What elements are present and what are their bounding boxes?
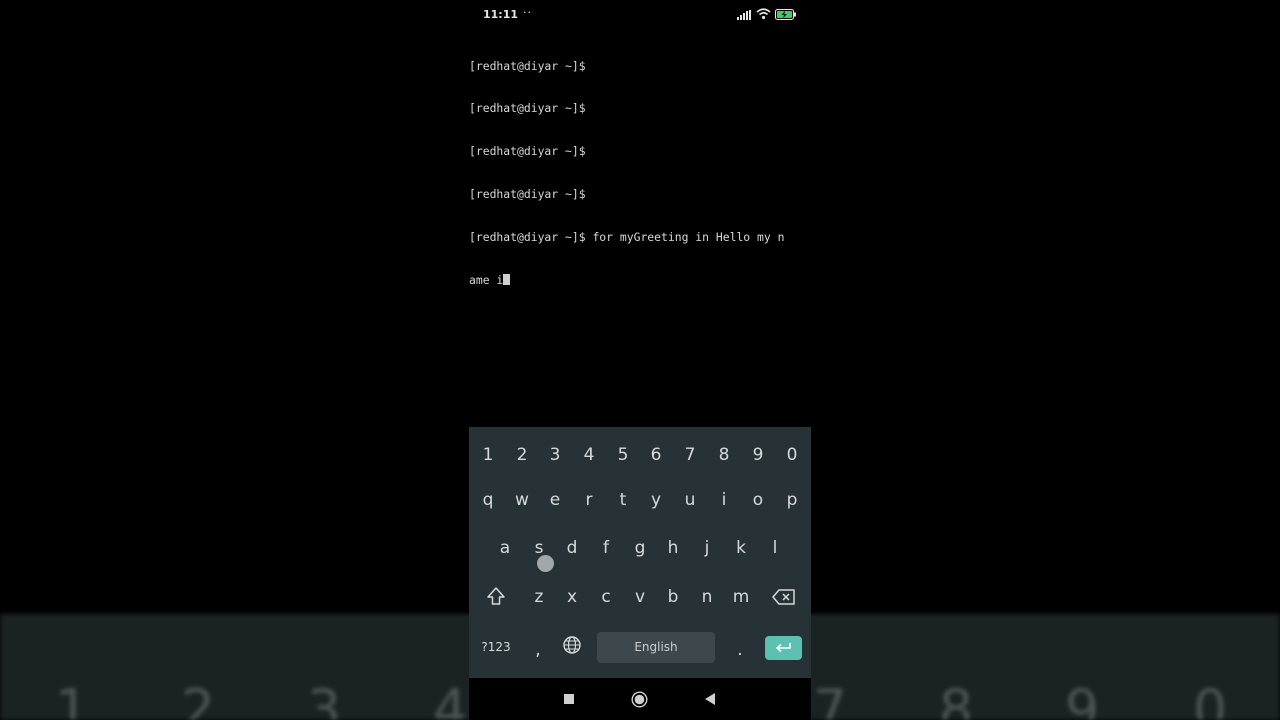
terminal-line: [redhat@diyar ~]$ — [469, 58, 586, 73]
key-6[interactable]: 6 — [639, 435, 673, 475]
space-bar[interactable]: English — [597, 632, 715, 663]
key-n[interactable]: n — [690, 577, 724, 617]
terminal-input-line[interactable]: ame i — [469, 273, 811, 287]
key-f[interactable]: f — [589, 528, 623, 568]
period-key[interactable]: . — [727, 630, 753, 670]
terminal-line: ame i — [469, 273, 504, 288]
navigation-bar — [469, 678, 811, 720]
soft-keyboard: 1 2 3 4 5 6 7 8 9 0 q w e r t y u i o p … — [469, 427, 811, 678]
key-x[interactable]: x — [555, 577, 589, 617]
text-cursor — [503, 274, 511, 286]
battery-charging-icon — [775, 9, 796, 20]
wifi-icon — [756, 8, 771, 20]
key-l[interactable]: l — [758, 528, 792, 568]
key-j[interactable]: j — [690, 528, 724, 568]
keyboard-row-2: a s d f g h j k l — [469, 528, 811, 568]
key-7[interactable]: 7 — [673, 435, 707, 475]
key-p[interactable]: p — [775, 480, 809, 520]
bg-digit: 3 — [306, 678, 342, 720]
keyboard-row-3: z x c v b n m — [469, 577, 811, 617]
key-9[interactable]: 9 — [741, 435, 775, 475]
key-u[interactable]: u — [673, 480, 707, 520]
globe-icon — [563, 636, 581, 654]
key-y[interactable]: y — [639, 480, 673, 520]
terminal-line: [redhat@diyar ~]$ for myGreeting in Hell… — [469, 230, 785, 245]
key-i[interactable]: i — [707, 480, 741, 520]
keyboard-number-row: 1 2 3 4 5 6 7 8 9 0 — [469, 435, 811, 475]
key-t[interactable]: t — [606, 480, 640, 520]
key-4[interactable]: 4 — [572, 435, 606, 475]
key-1[interactable]: 1 — [471, 435, 505, 475]
symbols-key[interactable]: ?123 — [475, 627, 517, 667]
key-e[interactable]: e — [538, 480, 572, 520]
bg-digit: 2 — [180, 678, 216, 720]
key-q[interactable]: q — [471, 480, 505, 520]
key-c[interactable]: c — [589, 577, 623, 617]
key-2[interactable]: 2 — [505, 435, 539, 475]
key-3[interactable]: 3 — [538, 435, 572, 475]
key-h[interactable]: h — [656, 528, 690, 568]
terminal-line: [redhat@diyar ~]$ — [469, 101, 586, 116]
notification-dots: ·· — [523, 6, 532, 19]
shift-key[interactable] — [479, 577, 513, 617]
key-d[interactable]: d — [555, 528, 589, 568]
recents-icon[interactable] — [563, 693, 575, 705]
bg-digit: 9 — [1064, 678, 1100, 720]
touch-indicator — [537, 555, 554, 572]
back-icon[interactable] — [704, 692, 716, 706]
bg-digit: 0 — [1192, 678, 1228, 720]
home-icon[interactable] — [631, 691, 648, 708]
key-o[interactable]: o — [741, 480, 775, 520]
status-bar: 11:11 ·· — [469, 0, 811, 30]
status-time: 11:11 — [483, 8, 519, 21]
terminal-line: [redhat@diyar ~]$ — [469, 187, 586, 202]
key-8[interactable]: 8 — [707, 435, 741, 475]
key-m[interactable]: m — [724, 577, 758, 617]
terminal-output[interactable]: [redhat@diyar ~]$ [redhat@diyar ~]$ [red… — [469, 30, 811, 426]
backspace-icon — [772, 589, 795, 605]
comma-key[interactable]: , — [525, 630, 551, 670]
key-k[interactable]: k — [724, 528, 758, 568]
language-switch-key[interactable] — [557, 626, 587, 666]
phone-screen: 11:11 ·· [redhat@diyar ~]$ [redhat@diyar… — [469, 0, 811, 720]
key-5[interactable]: 5 — [606, 435, 640, 475]
key-a[interactable]: a — [488, 528, 522, 568]
signal-icon — [737, 10, 751, 20]
bg-digit: 8 — [938, 678, 974, 720]
key-r[interactable]: r — [572, 480, 606, 520]
key-0[interactable]: 0 — [775, 435, 809, 475]
backspace-key[interactable] — [765, 577, 803, 617]
bg-digit: 1 — [54, 678, 90, 720]
key-g[interactable]: g — [623, 528, 657, 568]
shift-icon — [487, 587, 505, 605]
terminal-line: [redhat@diyar ~]$ — [469, 144, 586, 159]
key-v[interactable]: v — [623, 577, 657, 617]
key-b[interactable]: b — [656, 577, 690, 617]
keyboard-row-1: q w e r t y u i o p — [469, 480, 811, 520]
key-w[interactable]: w — [505, 480, 539, 520]
enter-key[interactable] — [765, 636, 802, 660]
enter-icon — [775, 643, 791, 653]
key-z[interactable]: z — [522, 577, 556, 617]
